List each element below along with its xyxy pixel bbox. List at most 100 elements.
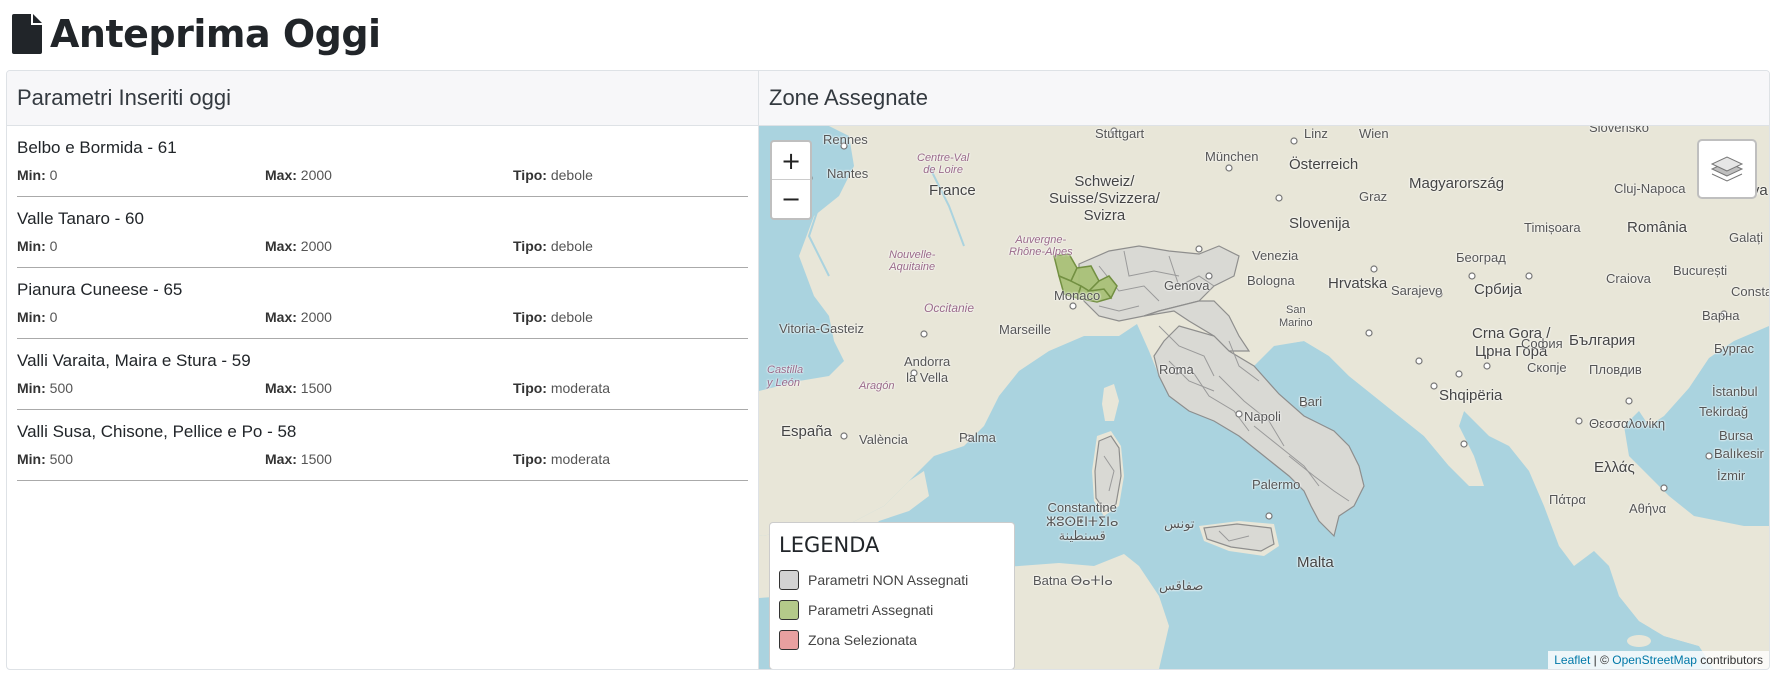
page-title-block: Anteprima Oggi — [12, 8, 381, 60]
max-value: 1500 — [300, 380, 332, 396]
zones-panel: Zone Assegnate Rennes Nantes Centre-Val … — [759, 71, 1769, 669]
map-label: Galați — [1729, 230, 1763, 245]
zones-header: Zone Assegnate — [759, 71, 1769, 126]
map-legend: LEGENDA Parametri NON Assegnati Parametri… — [769, 522, 1015, 669]
map-label: Београд — [1456, 250, 1506, 265]
param-min: Min: 0 — [17, 238, 57, 254]
tipo-value: moderata — [550, 451, 611, 467]
map-label: Пловдив — [1589, 362, 1642, 377]
map-label: Nouvelle- Aquitaine — [889, 249, 936, 273]
map-label: Schweiz/ Suisse/Svizzera/ Svizra — [1049, 173, 1160, 224]
param-max: Max: 1500 — [265, 380, 332, 396]
param-min: Min: 500 — [17, 380, 73, 396]
legend-label: Parametri Assegnati — [808, 602, 934, 618]
zoom-out-button[interactable]: − — [772, 180, 810, 217]
page-title: Anteprima Oggi — [50, 12, 381, 56]
layers-button[interactable] — [1697, 139, 1757, 199]
map-label: Hrvatska — [1328, 275, 1388, 292]
list-item: Valli Susa, Chisone, Pellice e Po - 58 Mi… — [17, 410, 748, 481]
map-label: صفاقس — [1159, 578, 1204, 593]
map-label: България — [1569, 332, 1636, 349]
map-label: Balıkesir — [1714, 446, 1764, 461]
map-label: Sarajevo — [1391, 283, 1443, 298]
map-label: İstanbul — [1712, 384, 1758, 399]
map-label: Shqipëria — [1439, 387, 1503, 404]
map-label: Genova — [1164, 278, 1210, 293]
min-value: 0 — [49, 309, 58, 325]
map-label: Venezia — [1252, 248, 1299, 263]
legend-item: Parametri Assegnati — [779, 595, 1005, 625]
param-tipo: Tipo: moderata — [513, 451, 610, 467]
map-label: Slovensko — [1589, 126, 1649, 135]
map-label: Marseille — [999, 322, 1052, 337]
map-label: Stuttgart — [1095, 126, 1145, 141]
legend-swatch — [779, 630, 799, 650]
max-value: 2000 — [300, 167, 332, 183]
map-label: España — [781, 423, 832, 440]
map-label: Constantine ⵣⵓⵙⵟⵏⵜⵉⵏⴰ قسنطينة — [1046, 500, 1119, 543]
main-card: Parametri Inseriti oggi Belbo e Bormida … — [6, 70, 1770, 670]
max-label: Max: — [265, 451, 297, 467]
min-label: Min: — [17, 309, 46, 325]
param-tipo: Tipo: debole — [513, 309, 593, 325]
item-params: Min: 0 Max: 2000 Tipo: debole — [17, 163, 748, 187]
list-item: Pianura Cuneese - 65 Min: 0 Max: 2000 Tipo:… — [17, 268, 748, 339]
param-max: Max: 2000 — [265, 309, 332, 325]
map-label: Бургас — [1714, 341, 1755, 356]
map[interactable]: Rennes Nantes Centre-Val de Loire France… — [759, 126, 1769, 669]
map-label: Consta — [1731, 284, 1769, 299]
min-value: 500 — [49, 451, 74, 467]
item-title: Valli Varaita, Maira e Stura - 59 — [17, 351, 251, 370]
tipo-label: Tipo: — [513, 309, 547, 325]
param-min: Min: 500 — [17, 451, 73, 467]
legend-swatch — [779, 570, 799, 590]
legend-item: Parametri NON Assegnati — [779, 565, 1005, 595]
zoom-in-button[interactable]: + — [772, 142, 810, 180]
map-label: Timișoara — [1524, 220, 1581, 235]
attribution-separator: | © — [1590, 653, 1613, 667]
min-label: Min: — [17, 451, 46, 467]
legend-label: Parametri NON Assegnati — [808, 572, 969, 588]
max-label: Max: — [265, 380, 297, 396]
map-label: Malta — [1297, 554, 1334, 571]
tipo-value: debole — [550, 167, 593, 183]
map-label: Bologna — [1247, 273, 1295, 288]
map-label: Rennes — [823, 132, 868, 147]
map-label: Occitanie — [924, 301, 975, 315]
leaflet-link[interactable]: Leaflet — [1554, 653, 1590, 667]
min-label: Min: — [17, 238, 46, 254]
map-label: București — [1673, 263, 1728, 278]
map-label: Auvergne- Rhône-Alpes — [1009, 234, 1073, 258]
map-label: Monaco — [1054, 288, 1101, 303]
max-label: Max: — [265, 238, 297, 254]
max-value: 1500 — [300, 451, 332, 467]
map-label: Bari — [1299, 394, 1323, 409]
param-tipo: Tipo: debole — [513, 167, 593, 183]
max-value: 2000 — [300, 238, 332, 254]
map-label: Wien — [1359, 126, 1389, 141]
map-label: Craiova — [1606, 271, 1651, 286]
map-label: România — [1627, 219, 1688, 236]
min-value: 0 — [49, 167, 58, 183]
item-params: Min: 500 Max: 1500 Tipo: moderata — [17, 376, 748, 400]
map-label: Napoli — [1244, 409, 1281, 424]
map-label: Linz — [1304, 126, 1328, 141]
param-tipo: Tipo: debole — [513, 238, 593, 254]
params-header: Parametri Inseriti oggi — [7, 71, 758, 126]
item-title: Valle Tanaro - 60 — [17, 209, 144, 228]
min-value: 0 — [49, 238, 58, 254]
map-label: Palma — [959, 430, 996, 445]
param-min: Min: 0 — [17, 167, 57, 183]
param-max: Max: 2000 — [265, 167, 332, 183]
zoom-control: + − — [770, 140, 812, 220]
tipo-label: Tipo: — [513, 451, 547, 467]
item-params: Min: 0 Max: 2000 Tipo: debole — [17, 305, 748, 329]
map-label: Tekirdağ — [1699, 404, 1749, 419]
legend-item: Zona Selezionata — [779, 625, 1005, 655]
map-label: Vitoria-Gasteiz — [779, 321, 865, 336]
osm-link[interactable]: OpenStreetMap — [1612, 653, 1697, 667]
map-label: San Marino — [1279, 304, 1313, 329]
map-label: Θεσσαλονίκη — [1589, 416, 1666, 431]
min-label: Min: — [17, 380, 46, 396]
item-title: Valli Susa, Chisone, Pellice e Po - 58 — [17, 422, 297, 441]
